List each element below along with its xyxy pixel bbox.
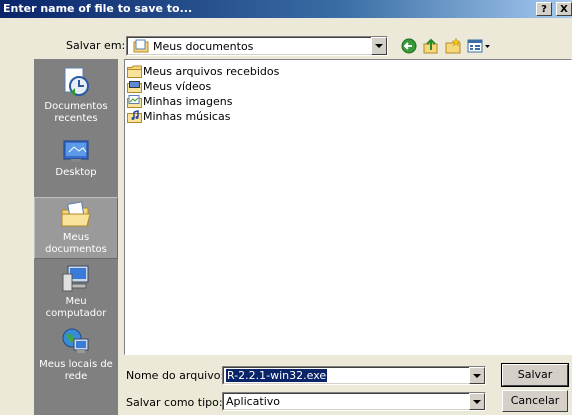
filetype-label: Salvar como tipo: [126, 396, 223, 409]
window-title: Enter name of file to save to... [3, 2, 193, 15]
filename-label: Nome do arquivo: [126, 369, 225, 382]
place-desktop[interactable]: Desktop [34, 135, 118, 195]
title-bar: Enter name of file to save to... ? X [0, 0, 572, 18]
filename-input[interactable]: R-2.2.1-win32.exe [222, 366, 486, 385]
file-name: Meus vídeos [143, 80, 212, 93]
desktop-icon [63, 140, 89, 162]
close-button[interactable]: X [556, 2, 572, 16]
save-in-combo[interactable]: Meus documentos [126, 36, 388, 56]
music-folder-icon [127, 110, 142, 123]
place-recent-documents[interactable]: Documentos recentes [34, 61, 118, 133]
file-name: Meus arquivos recebidos [143, 65, 280, 78]
pictures-folder-icon [127, 95, 142, 108]
filetype-select[interactable]: Aplicativo [222, 392, 486, 411]
recent-documents-icon [64, 67, 89, 96]
filetype-value: Aplicativo [226, 395, 281, 408]
my-documents-icon [133, 39, 149, 53]
network-places-icon [62, 328, 89, 353]
file-list[interactable]: Meus arquivos recebidos Meus vídeos Minh… [124, 59, 572, 355]
save-in-dropdown-button[interactable] [371, 37, 387, 55]
place-label: Meus locais de rede [39, 359, 113, 382]
new-folder-icon[interactable] [444, 37, 462, 55]
file-name: Minhas imagens [143, 95, 233, 108]
up-folder-icon[interactable] [422, 37, 440, 55]
my-documents-icon [61, 201, 91, 227]
place-my-documents[interactable]: Meus documentos [34, 197, 118, 259]
help-button[interactable]: ? [536, 2, 552, 16]
place-label: Meus documentos [45, 232, 107, 255]
file-name: Minhas músicas [143, 110, 231, 123]
view-menu-icon[interactable] [466, 37, 492, 55]
place-my-computer[interactable]: Meu computador [34, 263, 118, 325]
filetype-dropdown-button[interactable] [469, 393, 485, 410]
place-label: Desktop [55, 167, 97, 178]
current-folder-label: Meus documentos [153, 40, 254, 53]
place-label: Meu computador [45, 296, 107, 319]
place-label: Documentos recentes [44, 101, 108, 124]
my-computer-icon [62, 265, 89, 292]
save-in-label: Salvar em: [66, 39, 126, 52]
save-button[interactable]: Salvar [501, 363, 569, 387]
filename-dropdown-button[interactable] [469, 367, 485, 384]
folder-icon [127, 65, 142, 78]
videos-folder-icon [127, 81, 142, 93]
back-icon[interactable] [400, 37, 418, 55]
cancel-button[interactable]: Cancelar [502, 390, 568, 412]
filename-value: R-2.2.1-win32.exe [226, 369, 328, 382]
places-bar: Documentos recentes Desktop Meus documen… [34, 59, 118, 415]
place-network[interactable]: Meus locais de rede [34, 327, 118, 391]
